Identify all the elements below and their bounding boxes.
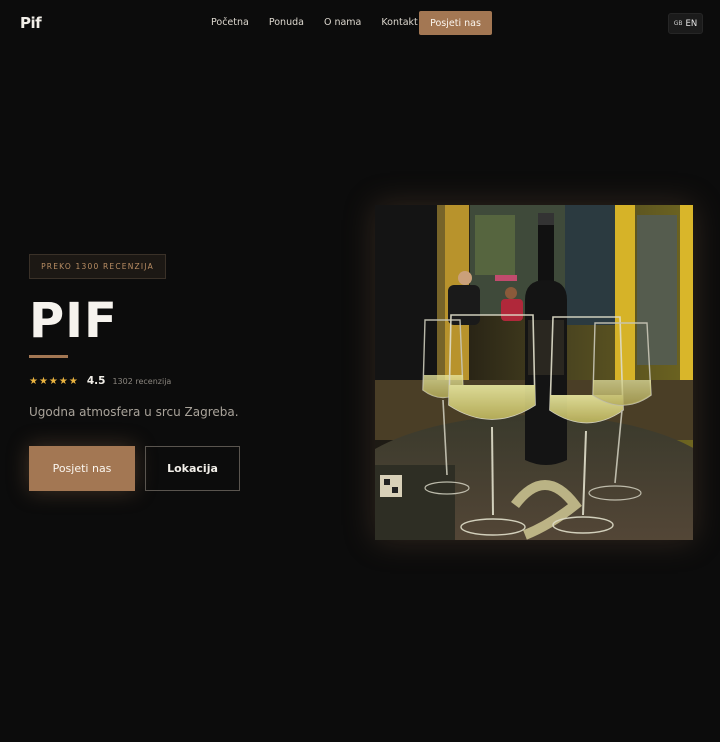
location-button[interactable]: Lokacija xyxy=(145,446,240,491)
language-switcher[interactable]: GB EN xyxy=(668,13,703,34)
wine-glasses-photo xyxy=(375,205,693,540)
rating-score: 4.5 xyxy=(86,375,106,387)
language-code: EN xyxy=(685,18,698,29)
nav-link-ponuda[interactable]: Ponuda xyxy=(269,17,304,28)
nav-link-o-nama[interactable]: O nama xyxy=(324,17,361,28)
nav-link-kontakt[interactable]: Kontakt xyxy=(381,17,417,28)
nav-link-pocetna[interactable]: Početna xyxy=(211,17,249,28)
rating-row: ★★★★★ 4.5 1302 recenzija xyxy=(29,375,171,387)
review-count: 1302 recenzija xyxy=(112,376,172,386)
hero-subtitle: Ugodna atmosfera u srcu Zagreba. xyxy=(29,405,239,419)
star-rating-icon: ★★★★★ xyxy=(29,375,79,387)
hero-title: PIF xyxy=(29,293,118,349)
hero-photo xyxy=(375,205,693,540)
header-visit-button[interactable]: Posjeti nas xyxy=(419,11,492,35)
visit-button[interactable]: Posjeti nas xyxy=(29,446,135,491)
reviews-badge: PREKO 1300 RECENZIJA xyxy=(29,254,166,279)
logo[interactable]: Pif xyxy=(20,14,42,32)
title-underline xyxy=(29,355,68,358)
main-nav: Početna Ponuda O nama Kontakt xyxy=(211,17,418,28)
flag-gb-icon: GB xyxy=(673,20,683,27)
